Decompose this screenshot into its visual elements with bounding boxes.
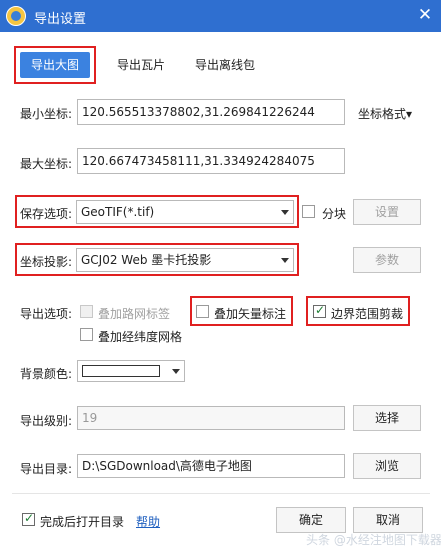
chevron-down-icon: [172, 369, 180, 374]
graticule-checkbox[interactable]: [80, 328, 93, 341]
tile-checkbox-label: 分块: [322, 207, 347, 221]
projection-label: 坐标投影:: [20, 255, 73, 269]
export-level-input[interactable]: 19: [77, 406, 345, 430]
tab-export-offline[interactable]: 导出离线包: [186, 53, 264, 77]
road-labels-checkbox[interactable]: [80, 305, 93, 318]
export-directory-input[interactable]: D:\SGDownload\高德电子地图: [77, 454, 345, 478]
tab-export-tiles[interactable]: 导出瓦片: [108, 53, 174, 77]
ok-button[interactable]: 确定: [276, 507, 346, 533]
tile-checkbox[interactable]: [302, 205, 315, 218]
open-after-label: 完成后打开目录: [40, 515, 125, 529]
export-level-label: 导出级别:: [20, 414, 73, 428]
select-level-button[interactable]: 选择: [353, 405, 421, 431]
projection-select[interactable]: GCJ02 Web 墨卡托投影: [76, 248, 294, 272]
save-option-label: 保存选项:: [20, 207, 73, 221]
background-color-label: 背景颜色:: [20, 367, 73, 381]
vector-labels-label: 叠加矢量标注: [214, 307, 287, 321]
max-coord-label: 最大坐标:: [20, 157, 73, 171]
min-coord-input[interactable]: 120.565513378802,31.269841226244: [77, 99, 345, 125]
app-logo-icon: [6, 6, 26, 26]
chevron-down-icon: [281, 210, 289, 215]
settings-button[interactable]: 设置: [353, 199, 421, 225]
chevron-down-icon: [281, 258, 289, 263]
save-format-value: GeoTIF(*.tif): [81, 205, 155, 219]
max-coord-input[interactable]: 120.667473458111,31.334924284075: [77, 148, 345, 174]
params-button[interactable]: 参数: [353, 247, 421, 273]
tab-export-image[interactable]: 导出大图: [20, 52, 90, 78]
watermark-text: 头条 @水经注地图下载器: [306, 533, 441, 547]
road-labels-label: 叠加路网标签: [98, 307, 171, 321]
footer-divider: [12, 493, 430, 494]
export-options-label: 导出选项:: [20, 307, 73, 321]
color-swatch: [82, 365, 160, 377]
boundary-clip-checkbox[interactable]: [313, 303, 326, 318]
open-after-checkbox[interactable]: [22, 511, 35, 526]
save-format-select[interactable]: GeoTIF(*.tif): [76, 200, 294, 224]
vector-labels-checkbox[interactable]: [196, 305, 209, 318]
background-color-picker[interactable]: [77, 360, 185, 382]
help-link[interactable]: 帮助: [136, 513, 160, 530]
min-coord-label: 最小坐标:: [20, 107, 73, 121]
cancel-button[interactable]: 取消: [353, 507, 423, 533]
close-icon[interactable]: ✕: [416, 5, 434, 25]
boundary-clip-label: 边界范围剪裁: [331, 307, 404, 321]
graticule-label: 叠加经纬度网格: [98, 330, 183, 344]
coord-format-menu[interactable]: 坐标格式▾: [358, 105, 412, 122]
window-title: 导出设置: [34, 12, 87, 27]
export-directory-label: 导出目录:: [20, 462, 73, 476]
projection-value: GCJ02 Web 墨卡托投影: [81, 253, 212, 267]
browse-button[interactable]: 浏览: [353, 453, 421, 479]
